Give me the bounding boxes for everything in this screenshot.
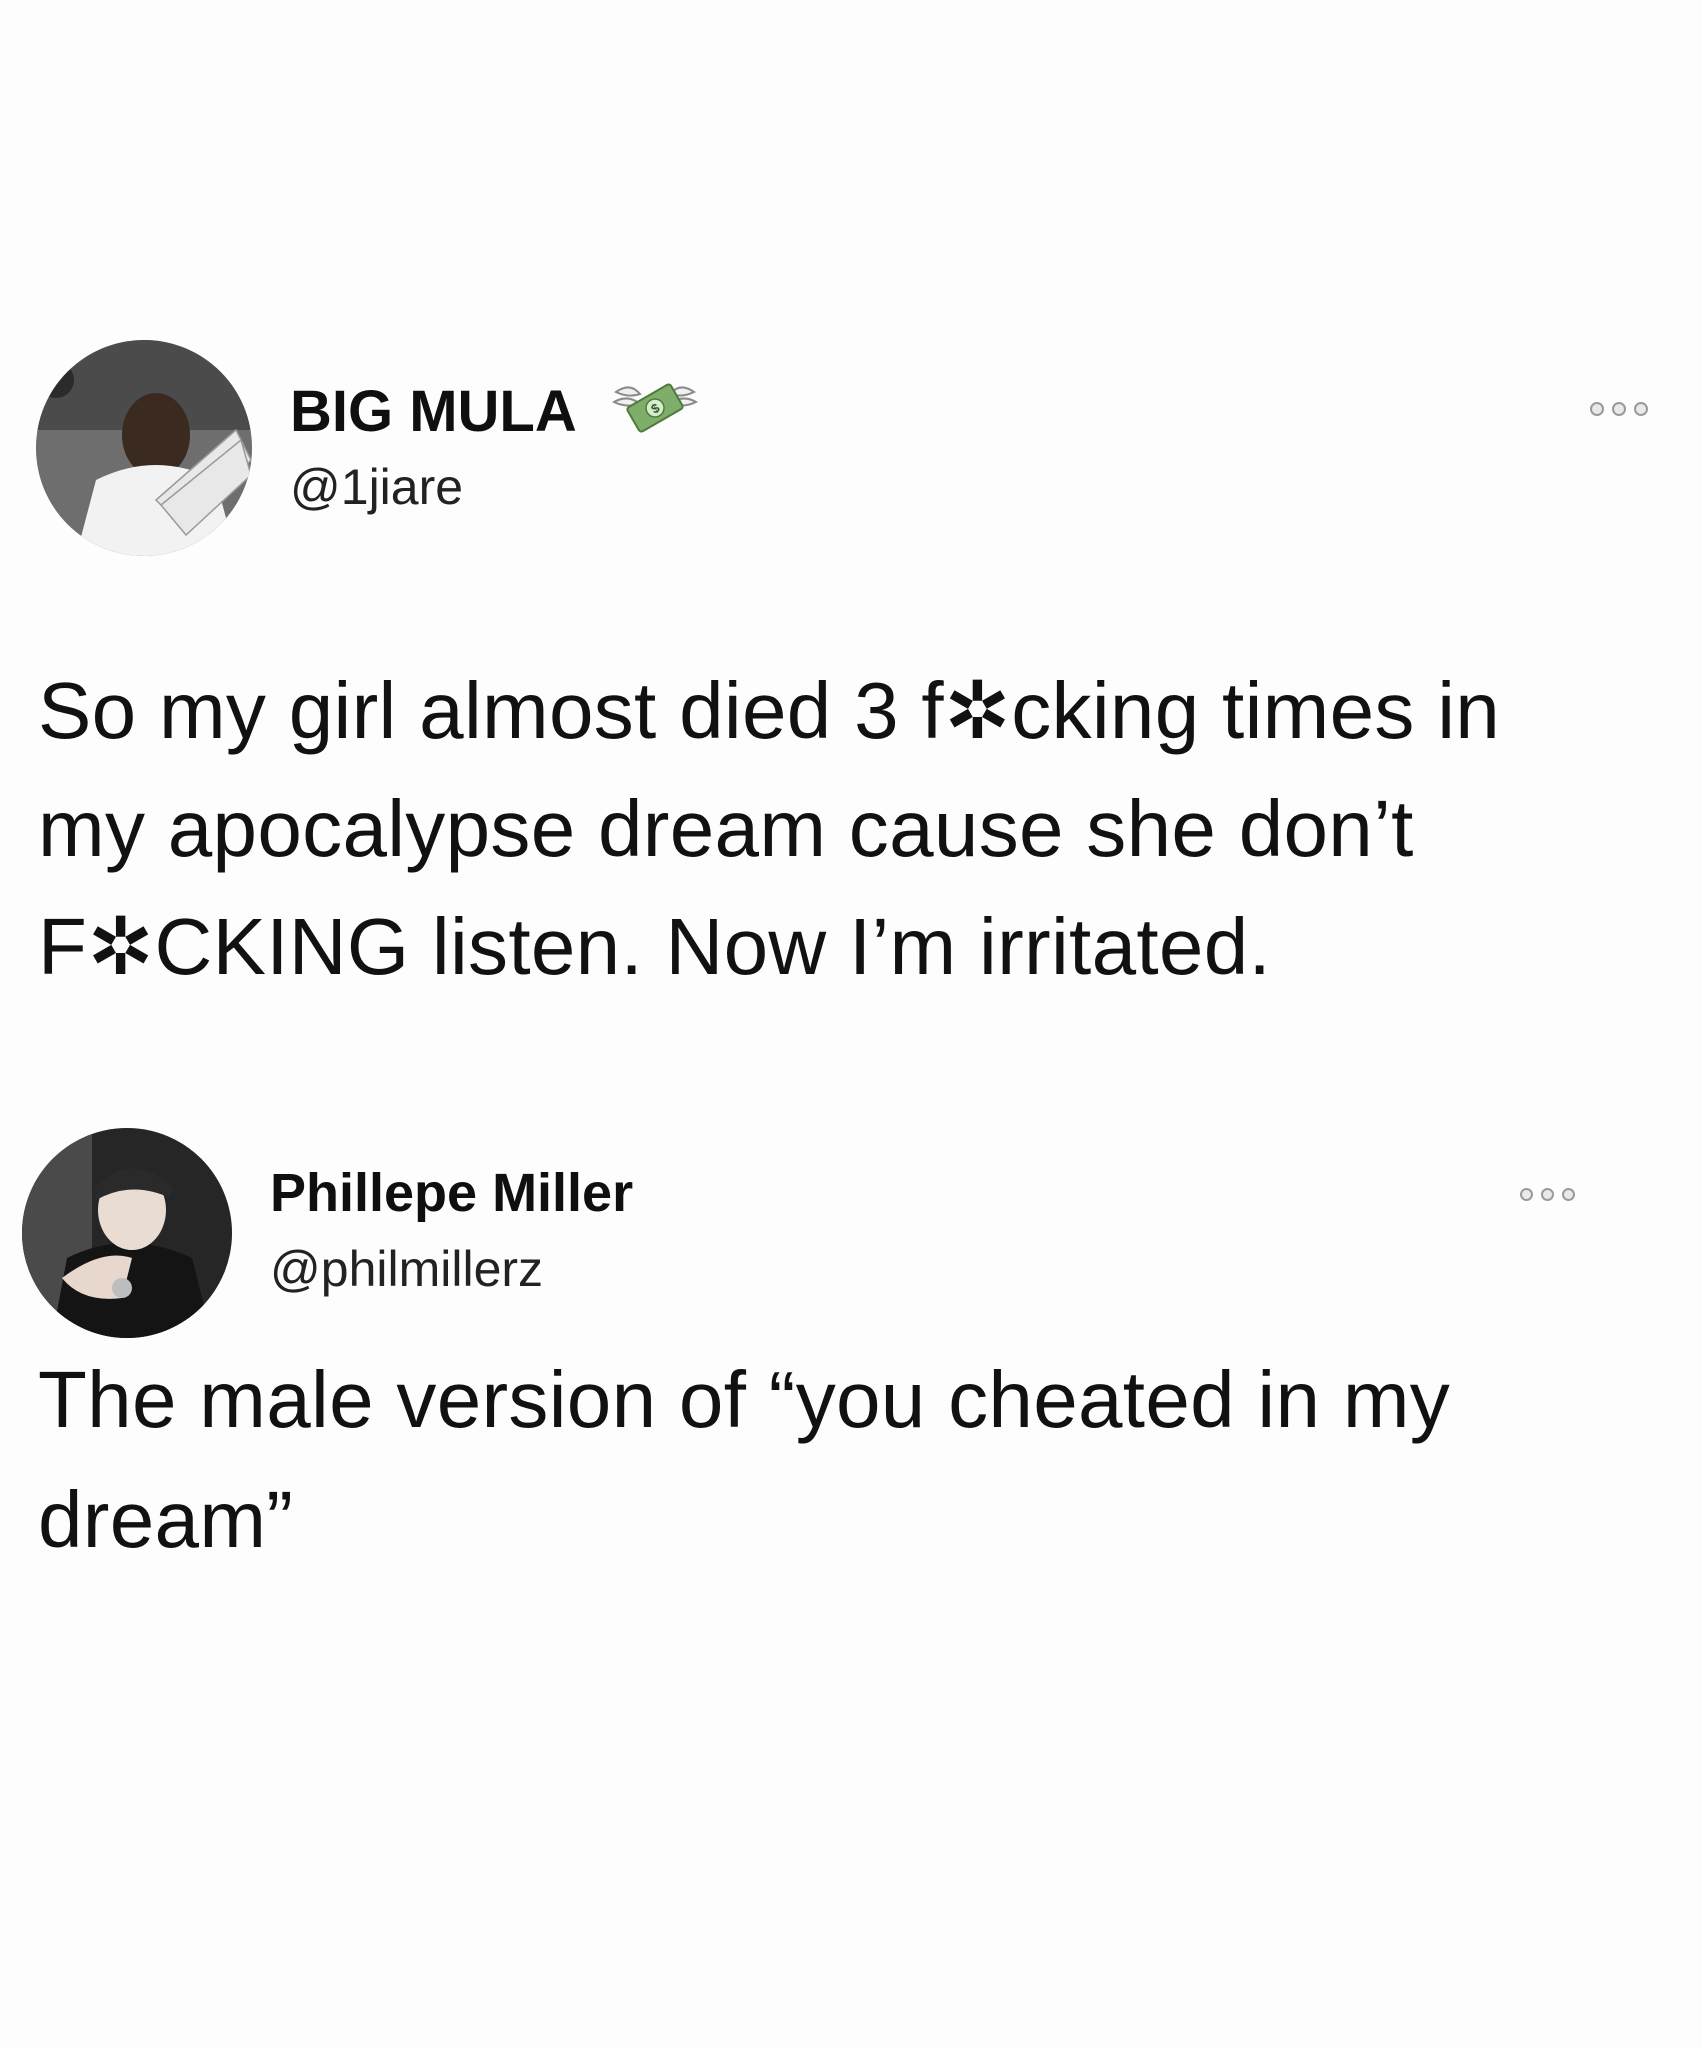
handle[interactable]: @philmillerz — [270, 1240, 543, 1298]
handle[interactable]: @1jiare — [290, 458, 463, 516]
tweet-text-line: The male version of “you cheated in my — [38, 1355, 1451, 1444]
avatar-big-mula[interactable] — [36, 340, 252, 556]
tweet-text-line: my apocalypse dream cause she don’t — [38, 784, 1414, 873]
tweet-phillepe-miller: Phillepe Miller @philmillerz The male ve… — [0, 1000, 1702, 1700]
avatar-phillepe-miller[interactable] — [22, 1128, 232, 1338]
tweet-text: The male version of “you cheated in my d… — [38, 1340, 1450, 1580]
tweet-big-mula: BIG MULA $ @1jiare So my girl almost die… — [0, 0, 1702, 1000]
more-options-icon[interactable] — [1590, 402, 1648, 416]
display-name[interactable]: BIG MULA — [290, 378, 577, 445]
tweet-text-line: dream” — [38, 1475, 294, 1564]
more-options-icon[interactable] — [1520, 1188, 1575, 1201]
tweet-text-line: So my girl almost died 3 f✲cking times i… — [38, 666, 1501, 755]
money-with-wings-icon: $ — [611, 372, 699, 444]
tweet-text: So my girl almost died 3 f✲cking times i… — [38, 652, 1500, 1006]
tweet-text-line: F✲CKING listen. Now I’m irritated. — [38, 902, 1272, 991]
display-name[interactable]: Phillepe Miller — [270, 1162, 633, 1224]
